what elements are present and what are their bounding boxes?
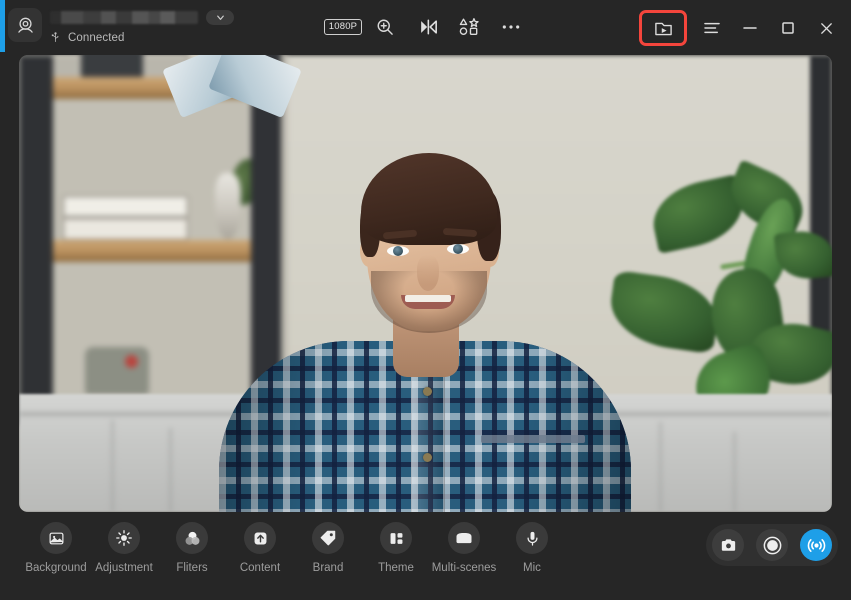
camera-icon: [721, 538, 735, 551]
title-bar: Connected 1080P: [0, 0, 851, 52]
feature-adjustment[interactable]: Adjustment: [90, 522, 158, 574]
feature-mic[interactable]: Mic: [498, 522, 566, 574]
broadcast-button[interactable]: [800, 529, 832, 561]
feature-brand[interactable]: Brand: [294, 522, 362, 574]
mirror-button[interactable]: [406, 13, 448, 41]
usb-icon: [51, 32, 59, 43]
minimize-button[interactable]: [731, 12, 769, 44]
video-window-icon: [654, 22, 672, 35]
feature-label: Background: [25, 562, 87, 574]
maximize-button[interactable]: [769, 12, 807, 44]
ellipsis-icon: [502, 25, 520, 29]
mirror-flip-icon: [421, 19, 437, 35]
close-icon: [820, 22, 832, 34]
menu-button[interactable]: [693, 12, 731, 44]
feature-multi-scenes[interactable]: Multi-scenes: [430, 522, 498, 574]
connection-status: Connected: [50, 31, 234, 44]
record-button[interactable]: [756, 529, 788, 561]
feature-label: Brand: [312, 562, 344, 574]
zoom-button[interactable]: [364, 13, 406, 41]
snapshot-button[interactable]: [712, 529, 744, 561]
record-circle-icon: [763, 536, 781, 554]
feature-content[interactable]: Content: [226, 522, 294, 574]
connection-status-label: Connected: [68, 31, 125, 44]
capture-controls: [706, 524, 838, 566]
feature-theme[interactable]: Theme: [362, 522, 430, 574]
brightness-sun-icon: [108, 522, 140, 554]
hamburger-menu-icon: [704, 22, 720, 34]
feature-label: Adjustment: [95, 562, 153, 574]
webcam-icon: [8, 8, 42, 42]
tag-icon: [312, 522, 344, 554]
image-icon: [40, 522, 72, 554]
maximize-icon: [782, 22, 794, 34]
microphone-icon: [516, 522, 548, 554]
feature-label: Multi-scenes: [431, 562, 497, 574]
upload-arrow-icon: [244, 522, 276, 554]
feature-background[interactable]: Background: [22, 522, 90, 574]
shapes-button[interactable]: [448, 13, 490, 41]
resolution-button[interactable]: 1080P: [322, 13, 364, 41]
device-selector[interactable]: Connected: [8, 8, 234, 44]
bottom-toolbar: Background Adjustment Fliters Content Br…: [0, 512, 851, 600]
view-tools: 1080P: [322, 13, 532, 41]
scenes-card-icon: [448, 522, 480, 554]
preview-window-button-wrapper: [639, 10, 687, 46]
feature-label: Content: [239, 562, 281, 574]
device-name-field[interactable]: [50, 11, 198, 24]
minimize-icon: [743, 27, 757, 29]
feature-buttons: Background Adjustment Fliters Content Br…: [22, 522, 566, 574]
more-options-button[interactable]: [490, 13, 532, 41]
preview-scene: [19, 55, 832, 512]
filters-circles-icon: [176, 522, 208, 554]
chevron-down-icon[interactable]: [206, 10, 234, 25]
video-preview[interactable]: [19, 55, 832, 512]
broadcast-waves-icon: [807, 538, 825, 552]
close-button[interactable]: [807, 12, 845, 44]
shapes-grid-icon: [459, 18, 479, 36]
resolution-label: 1080P: [323, 19, 363, 35]
window-controls: [639, 10, 845, 46]
preview-window-button[interactable]: [639, 10, 687, 46]
feature-filters[interactable]: Fliters: [158, 522, 226, 574]
feature-label: Theme: [378, 562, 414, 574]
person-subject: [19, 55, 832, 512]
feature-label: Mic: [523, 562, 541, 574]
layout-panels-icon: [380, 522, 412, 554]
magnifier-plus-icon: [377, 19, 393, 35]
feature-label: Fliters: [176, 562, 208, 574]
app-window: Connected 1080P Background Adjustment Fl…: [0, 0, 851, 600]
